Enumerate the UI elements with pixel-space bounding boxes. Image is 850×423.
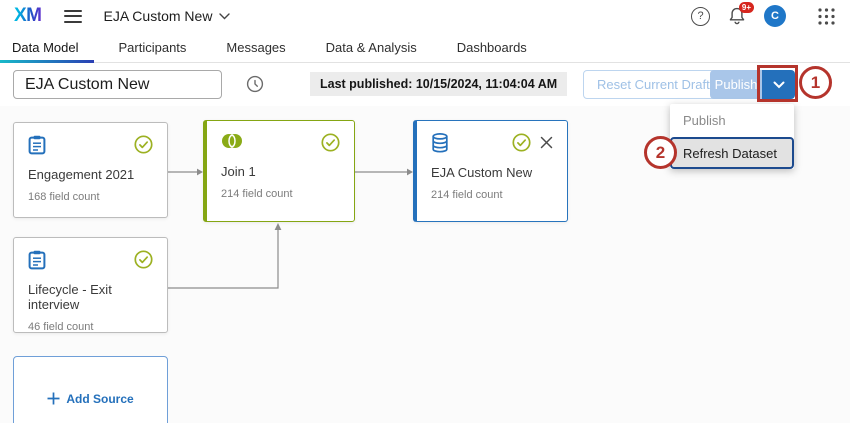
tab-messages[interactable]: Messages: [226, 32, 285, 62]
publish-button[interactable]: Publish: [710, 70, 762, 99]
publish-split-button: Publish: [710, 70, 795, 99]
chevron-down-icon: [773, 81, 785, 89]
node-title: EJA Custom New: [431, 165, 553, 180]
survey-icon: [28, 135, 46, 155]
node-field-count: 168 field count: [28, 191, 153, 203]
node-title: Lifecycle - Exit interview: [28, 282, 153, 312]
node-engagement-2021[interactable]: Engagement 2021 168 field count: [13, 122, 168, 218]
node-lifecycle-exit-interview[interactable]: Lifecycle - Exit interview 46 field coun…: [13, 237, 168, 333]
hamburger-menu-icon[interactable]: [64, 6, 82, 26]
node-join-1[interactable]: Join 1 214 field count: [203, 120, 355, 222]
app-grid-icon[interactable]: [817, 7, 836, 26]
menu-item-refresh-dataset[interactable]: Refresh Dataset: [670, 137, 794, 169]
status-check-icon: [134, 250, 153, 269]
project-name: EJA Custom New: [104, 8, 213, 24]
tab-participants[interactable]: Participants: [118, 32, 186, 62]
dataset-icon: [431, 133, 449, 153]
node-field-count: 214 field count: [221, 188, 340, 200]
join-icon: [221, 133, 243, 149]
publish-dropdown-toggle[interactable]: [762, 70, 795, 99]
node-field-count: 46 field count: [28, 321, 153, 333]
node-eja-custom-new[interactable]: EJA Custom New 214 field count: [413, 120, 568, 222]
version-history-icon[interactable]: [246, 75, 264, 93]
publish-dropdown-menu: Publish Refresh Dataset: [670, 104, 794, 169]
help-icon[interactable]: ?: [691, 7, 710, 26]
survey-icon: [28, 250, 46, 270]
close-icon[interactable]: [540, 136, 553, 149]
node-title: Join 1: [221, 164, 340, 179]
nav-tab-bar: Data Model Participants Messages Data & …: [0, 32, 850, 63]
status-check-icon: [321, 133, 340, 152]
user-avatar[interactable]: C: [764, 5, 786, 27]
add-source-button[interactable]: Add Source: [13, 356, 168, 423]
tab-data-analysis[interactable]: Data & Analysis: [326, 32, 417, 62]
add-source-label: Add Source: [66, 392, 133, 406]
dataset-name-input[interactable]: [13, 70, 222, 99]
dataset-toolbar: Last published: 10/15/2024, 11:04:04 AM …: [0, 63, 850, 106]
tab-dashboards[interactable]: Dashboards: [457, 32, 527, 62]
node-title: Engagement 2021: [28, 167, 153, 182]
status-check-icon: [512, 133, 531, 152]
status-check-icon: [134, 135, 153, 154]
reset-current-draft-button[interactable]: Reset Current Draft: [583, 70, 724, 99]
last-published-label: Last published: 10/15/2024, 11:04:04 AM: [310, 72, 567, 96]
menu-item-publish[interactable]: Publish: [670, 104, 794, 137]
topbar-actions: ? 9+ C: [691, 5, 836, 27]
xm-logo: XM: [14, 5, 42, 27]
project-switcher[interactable]: EJA Custom New: [104, 8, 231, 24]
app-window: XM EJA Custom New ? 9+ C Data Mod: [0, 0, 850, 423]
top-bar: XM EJA Custom New ? 9+ C: [0, 0, 850, 32]
plus-icon: [47, 392, 60, 405]
chevron-down-icon: [219, 13, 230, 20]
tab-data-model[interactable]: Data Model: [12, 32, 78, 62]
notification-badge: 9+: [739, 2, 754, 13]
notifications-button[interactable]: 9+: [727, 6, 747, 26]
node-field-count: 214 field count: [431, 189, 553, 201]
